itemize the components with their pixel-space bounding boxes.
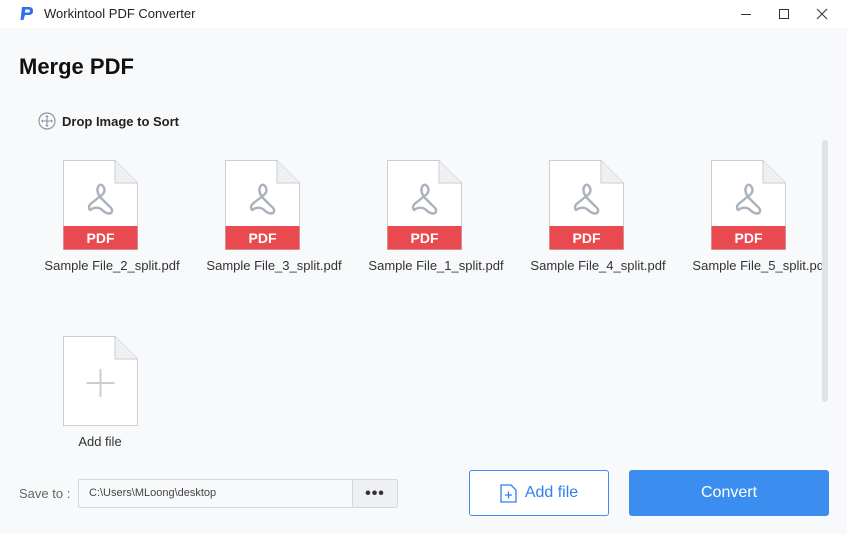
pdf-badge-text: PDF (87, 230, 115, 246)
page-title: Merge PDF (19, 54, 134, 79)
file-tile[interactable]: PDF Sample File_3_split.pdf (193, 160, 355, 290)
maximize-icon (779, 9, 789, 19)
save-path-input[interactable]: C:\Users\MLoong\desktop (79, 480, 352, 507)
pdf-file-icon: PDF (549, 160, 624, 250)
file-tile[interactable]: PDF Sample File_2_split.pdf (31, 160, 193, 290)
file-tile[interactable]: PDF Sample File_5_split.pdf (679, 160, 841, 290)
save-to-label: Save to : (19, 486, 71, 501)
pdf-badge-text: PDF (573, 230, 601, 246)
move-icon (38, 112, 56, 130)
pdf-file-icon: PDF (387, 160, 462, 250)
file-name: Sample File_2_split.pdf (44, 258, 180, 273)
add-document-icon (63, 336, 138, 426)
sort-hint-label: Drop Image to Sort (62, 113, 180, 129)
file-name: Sample File_1_split.pdf (368, 258, 504, 273)
file-name: Sample File_5_split.pdf (692, 258, 828, 273)
browse-folder-button[interactable]: ••• (352, 480, 397, 507)
convert-button[interactable]: Convert (629, 470, 829, 516)
pdf-badge-text: PDF (249, 230, 277, 246)
pdf-file-icon: PDF (225, 160, 300, 250)
add-file-tile[interactable]: Add file (31, 336, 193, 466)
pdf-badge-text: PDF (411, 230, 439, 246)
pdf-badge-text: PDF (735, 230, 763, 246)
title-bar: Workintool PDF Converter (0, 0, 847, 28)
close-icon (816, 8, 828, 20)
file-tile[interactable]: PDF Sample File_1_split.pdf (355, 160, 517, 290)
minimize-icon (741, 14, 751, 15)
save-path-field[interactable]: C:\Users\MLoong\desktop ••• (78, 479, 398, 508)
pdf-file-icon: PDF (63, 160, 138, 250)
add-file-label: Add file (78, 434, 122, 449)
window-title: Workintool PDF Converter (44, 6, 196, 21)
add-file-button-label: Add file (524, 484, 579, 501)
sort-hint: Drop Image to Sort (38, 112, 179, 130)
pdf-file-icon: PDF (711, 160, 786, 250)
close-button[interactable] (800, 0, 844, 28)
scrollbar[interactable] (822, 140, 828, 402)
add-file-icon (500, 483, 517, 503)
convert-button-label: Convert (700, 484, 758, 501)
file-tile[interactable]: PDF Sample File_4_split.pdf (517, 160, 679, 290)
add-file-button[interactable]: Add file (469, 470, 609, 516)
file-name: Sample File_4_split.pdf (530, 258, 666, 273)
file-name: Sample File_3_split.pdf (206, 258, 342, 273)
app-logo-icon (20, 7, 33, 20)
